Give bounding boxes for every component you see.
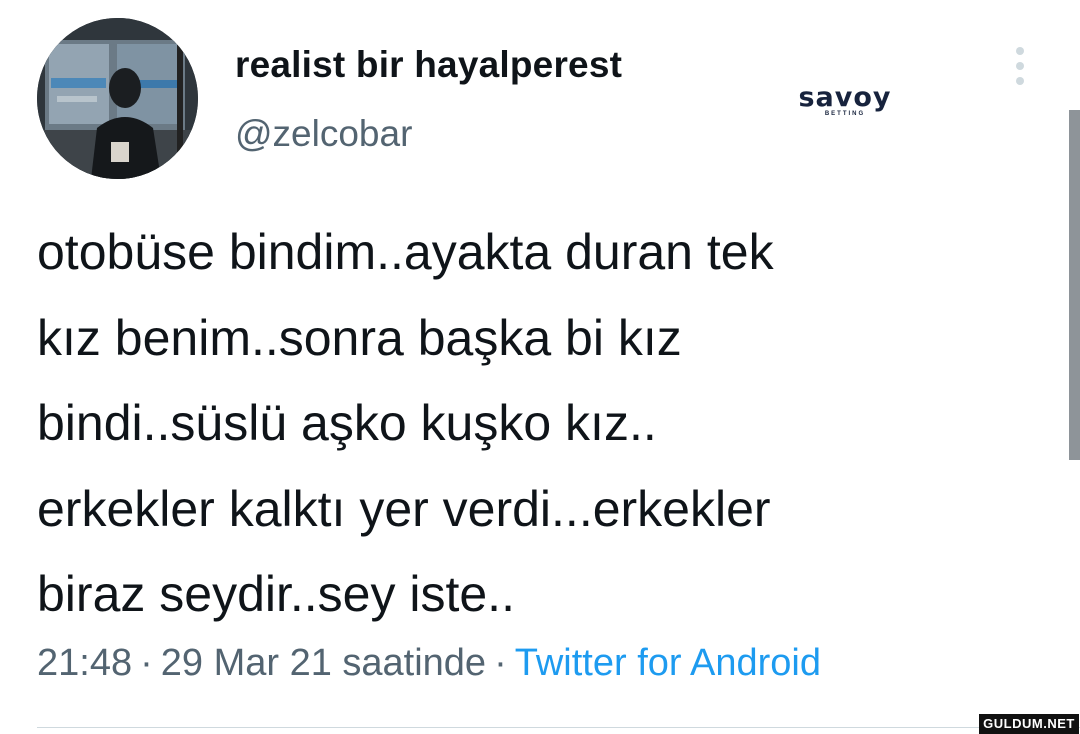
divider [37,727,1080,728]
logo-wordmark: savoy [798,82,892,113]
logo-subtitle: BETTING [824,111,866,117]
tweet-time[interactable]: 21:48 [37,642,132,684]
tweet-metadata: 21:48 · 29 Mar 21 saatinde · Twitter for And… [37,642,821,685]
tweet-line: bindi..süslü aşko kuşko kız.. [37,395,657,451]
tweet-line: biraz seydir..sey iste.. [37,566,515,622]
meta-separator: · [140,642,153,684]
tweet-date[interactable]: 29 Mar 21 saatinde [161,642,486,684]
tweet-line: kız benim..sonra başka bi kız [37,309,682,366]
avatar-photo [37,18,198,179]
tweet-line: otobüse bindim..ayakta duran tek [37,224,774,280]
avatar[interactable] [37,18,198,179]
tweet-line: erkekler kalktı yer verdi...erkekler [37,480,771,537]
scrollbar[interactable] [1069,110,1080,460]
more-options-button[interactable] [1004,44,1036,88]
user-handle[interactable]: @zelcobar [235,113,412,155]
vertical-ellipsis-icon [1016,47,1024,85]
tweet-text: otobüse bindim..ayakta duran tek kız ben… [37,210,1047,638]
meta-separator: · [494,642,507,684]
display-name[interactable]: realist bir hayalperest [235,44,622,86]
tweet-source-link[interactable]: Twitter for Android [515,642,821,684]
watermark: GULDUM.NET [979,714,1079,734]
savoy-betting-logo: savoy BETTING [783,84,907,120]
